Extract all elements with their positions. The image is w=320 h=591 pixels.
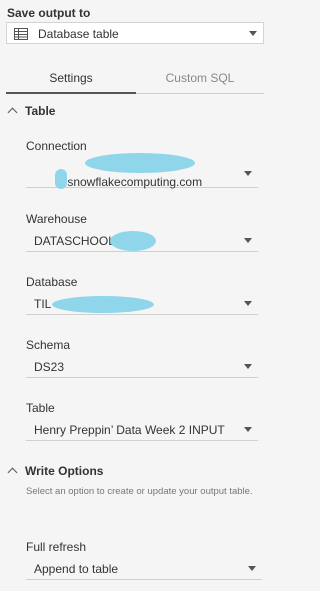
chevron-up-icon <box>7 107 18 118</box>
table-value: Henry Preppin’ Data Week 2 INPUT <box>34 423 225 437</box>
write-mode-dropdown[interactable]: Append to table <box>26 558 262 580</box>
chevron-down-icon <box>244 364 252 369</box>
connection-label: Connection <box>26 139 87 153</box>
write-options-description: Select an option to create or update you… <box>26 486 253 497</box>
table-section-title: Table <box>25 104 56 118</box>
save-output-heading: Save output to <box>7 6 91 20</box>
output-settings-panel: Save output to Database table Settings C… <box>0 0 275 591</box>
table-label: Table <box>26 401 55 415</box>
table-dropdown[interactable]: Henry Preppin’ Data Week 2 INPUT <box>26 419 258 441</box>
output-type-dropdown[interactable]: Database table <box>6 22 264 44</box>
schema-dropdown[interactable]: DS23 <box>26 356 258 378</box>
warehouse-label: Warehouse <box>26 212 87 226</box>
table-icon <box>14 27 28 40</box>
chevron-down-icon <box>244 301 252 306</box>
database-value: TIL <box>34 297 52 311</box>
warehouse-value: DATASCHOOL <box>34 234 115 248</box>
chevron-down-icon <box>244 238 252 243</box>
redaction-mark <box>55 169 67 189</box>
schema-value: DS23 <box>34 360 65 374</box>
redaction-mark <box>85 153 195 173</box>
database-label: Database <box>26 275 78 289</box>
tab-settings[interactable]: Settings <box>6 68 136 94</box>
write-options-header[interactable]: Write Options <box>7 464 103 480</box>
chevron-up-icon <box>7 467 18 478</box>
output-type-value: Database table <box>38 27 119 41</box>
write-mode-label: Full refresh <box>26 540 87 554</box>
tab-custom-sql[interactable]: Custom SQL <box>136 68 264 94</box>
settings-tabs: Settings Custom SQL <box>6 68 264 94</box>
chevron-down-icon <box>249 31 257 36</box>
redaction-mark <box>110 231 156 251</box>
connection-value: .snowflakecomputing.com <box>64 175 203 189</box>
write-options-title: Write Options <box>25 464 104 478</box>
write-mode-value: Append to table <box>34 562 119 576</box>
schema-label: Schema <box>26 338 71 352</box>
table-section-header[interactable]: Table <box>7 104 55 120</box>
chevron-down-icon <box>244 171 252 176</box>
chevron-down-icon <box>248 566 256 571</box>
chevron-down-icon <box>244 427 252 432</box>
redaction-mark <box>52 296 154 313</box>
